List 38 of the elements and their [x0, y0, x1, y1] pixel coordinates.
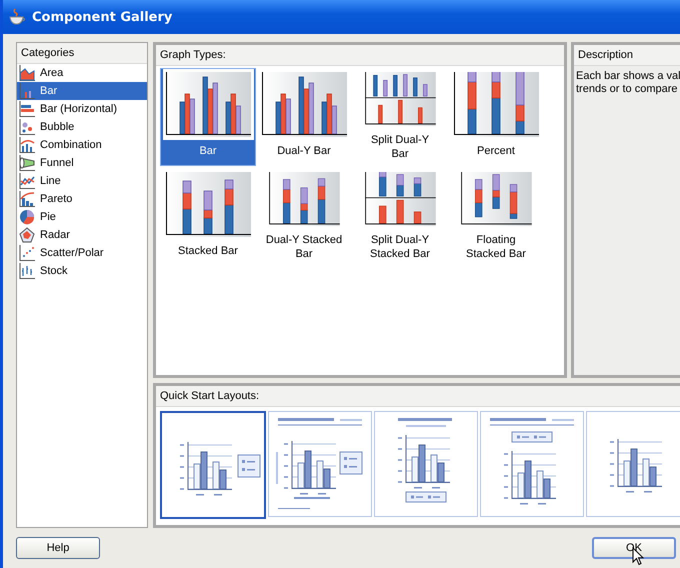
chart-icon [19, 119, 35, 135]
graph-type-tile[interactable]: Floating Stacked Bar [448, 168, 544, 266]
graph-type-tile[interactable]: Dual-Y Stacked Bar [256, 168, 352, 266]
chart-icon [19, 83, 35, 99]
category-item[interactable]: Funnel [17, 154, 147, 172]
coffee-cup-icon [8, 8, 26, 26]
help-button[interactable]: Help [16, 537, 100, 559]
chart-icon [19, 101, 35, 117]
category-item[interactable]: Area [17, 64, 147, 82]
category-item[interactable]: Bar (Horizontal) [17, 100, 147, 118]
graph-type-tile[interactable]: Split Dual-Y Bar [352, 68, 448, 166]
chart-icon [19, 137, 35, 153]
category-item[interactable]: Bar [17, 82, 147, 100]
category-item[interactable]: Scatter/Polar [17, 244, 147, 262]
category-item[interactable]: Bubble [17, 118, 147, 136]
chart-icon [19, 173, 35, 189]
chart-icon [19, 65, 35, 81]
description-text: Each bar shows a val [576, 70, 680, 83]
graph-type-tile[interactable]: Dual-Y Bar [256, 68, 352, 166]
category-item[interactable]: Combination [17, 136, 147, 154]
radar-chart-icon [19, 227, 35, 243]
chart-icon [19, 155, 35, 171]
category-item[interactable]: Line [17, 172, 147, 190]
category-item[interactable]: Pie [17, 208, 147, 226]
category-item[interactable]: Radar [17, 226, 147, 244]
graph-type-tile[interactable]: Percent [448, 68, 544, 166]
pie-chart-icon [19, 209, 35, 225]
graph-type-tile[interactable]: Split Dual-Y Stacked Bar [352, 168, 448, 266]
window-title: Component Gallery [32, 10, 172, 24]
description-text: trends or to compare [576, 83, 678, 96]
category-item[interactable]: Pareto [17, 190, 147, 208]
graph-type-tile[interactable]: Bar [160, 68, 256, 166]
chart-icon [19, 245, 35, 261]
category-item[interactable]: Stock [17, 262, 147, 280]
chart-icon [19, 263, 35, 279]
chart-icon [19, 191, 35, 207]
panel-heading: Categories [17, 43, 147, 64]
graph-type-tile[interactable]: Stacked Bar [160, 168, 256, 266]
